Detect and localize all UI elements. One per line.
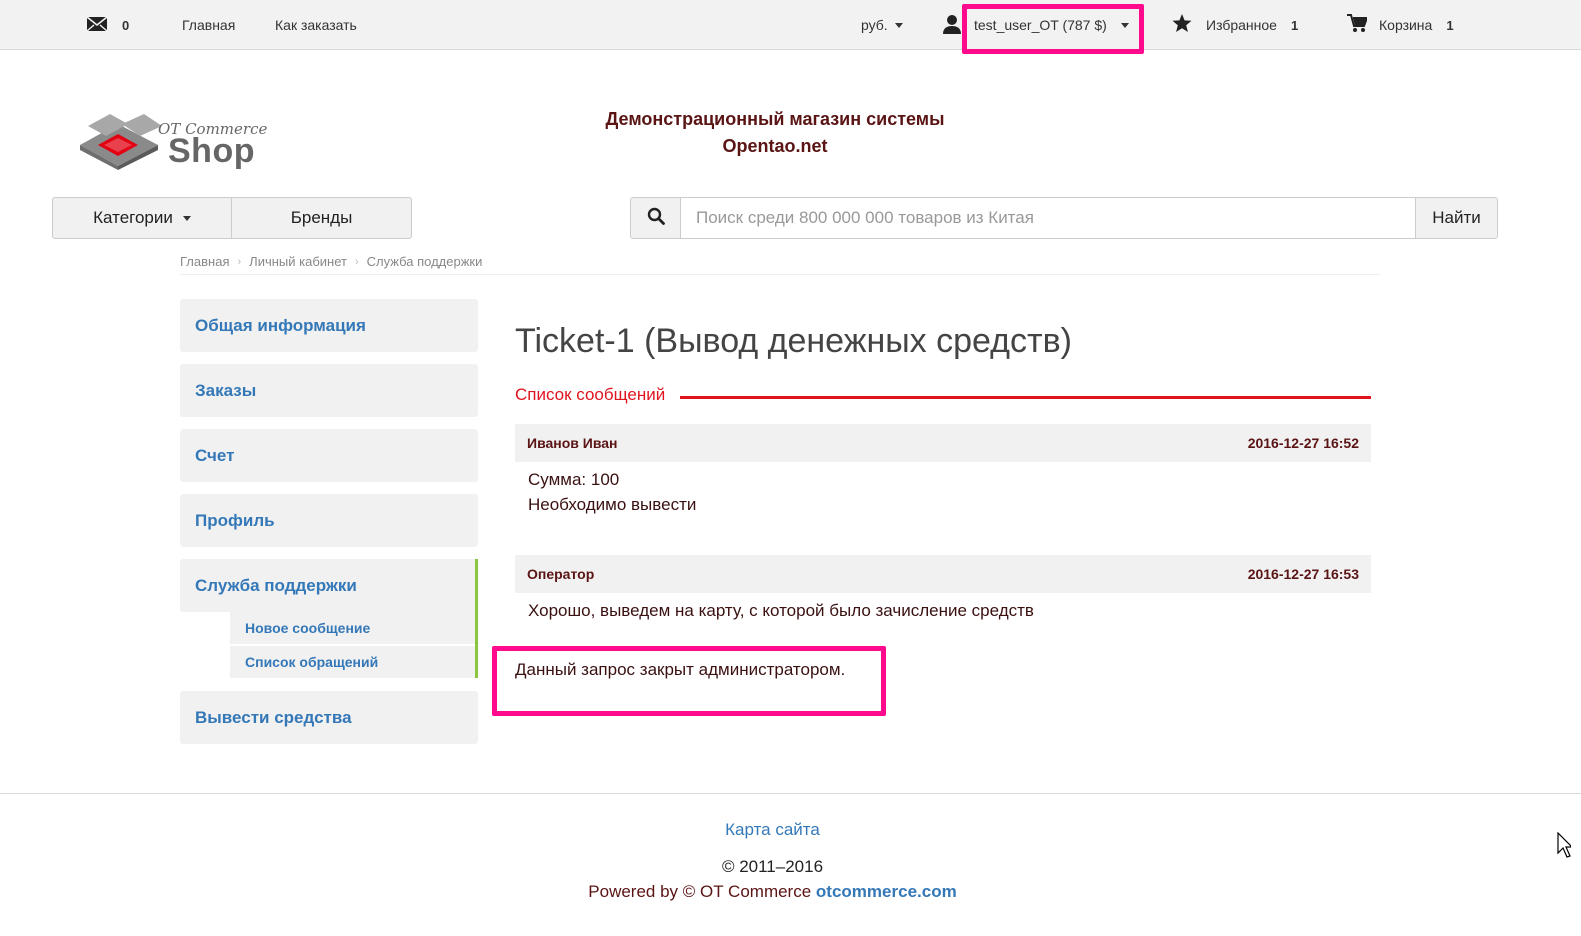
- user-highlight-frame: [962, 4, 1144, 54]
- cart-link[interactable]: Корзина 1: [1347, 0, 1454, 50]
- message-body: Сумма: 100 Необходимо вывести: [528, 467, 696, 517]
- top-bar: 0 Главная Как заказать руб. test_user_OT…: [0, 0, 1581, 50]
- footer-copyright: © 2011–2016: [721, 857, 824, 876]
- message-line: Необходимо вывести: [528, 495, 697, 514]
- messages-list-heading: Список сообщений: [515, 385, 678, 405]
- categories-label: Категории: [93, 208, 173, 227]
- search-icon: [647, 207, 665, 230]
- currency-dropdown[interactable]: руб.: [861, 0, 903, 50]
- user-icon: [942, 14, 962, 37]
- message-datetime: 2016-12-27 16:52: [1247, 435, 1359, 451]
- closed-note-highlight-frame: [492, 646, 886, 716]
- nav-how-to-order-link[interactable]: Как заказать: [275, 0, 357, 50]
- star-icon: [1172, 14, 1192, 36]
- envelope-icon: [86, 15, 108, 36]
- breadcrumb-home[interactable]: Главная: [180, 254, 229, 269]
- sidebar-subitem-tickets-list[interactable]: Список обращений: [230, 646, 475, 678]
- cart-label: Корзина: [1379, 17, 1433, 33]
- breadcrumb-chevron-icon: ›: [237, 255, 242, 268]
- message-header: Оператор 2016-12-27 16:53: [515, 555, 1371, 593]
- categories-button[interactable]: Категории: [53, 198, 232, 238]
- messages-count: 0: [122, 17, 130, 33]
- site-title-line2: Opentao.net: [722, 136, 828, 156]
- search-icon-button[interactable]: [631, 198, 681, 238]
- sidebar-item-profile[interactable]: Профиль: [180, 494, 478, 547]
- shop-logo[interactable]: OT Commerce Shop: [78, 108, 278, 174]
- caret-down-icon: [894, 22, 903, 28]
- breadcrumb-account[interactable]: Личный кабинет: [249, 254, 347, 269]
- search-bar: Найти: [630, 197, 1498, 239]
- caret-down-icon: [182, 215, 191, 221]
- message-line: Сумма: 100: [528, 470, 620, 489]
- currency-label: руб.: [861, 17, 888, 33]
- brands-button[interactable]: Бренды: [232, 198, 411, 238]
- footer-powered-by: Powered by © OT Commerce otcommerce.com: [0, 882, 1545, 902]
- search-input[interactable]: [681, 198, 1415, 238]
- search-submit-button[interactable]: Найти: [1415, 198, 1497, 238]
- sitemap-link: Карта сайта: [0, 820, 1545, 840]
- sidebar-item-account[interactable]: Счет: [180, 429, 478, 482]
- message-header: Иванов Иван 2016-12-27 16:52: [515, 424, 1371, 462]
- section-divider: [680, 396, 1371, 399]
- nav-home-link[interactable]: Главная: [182, 0, 235, 50]
- sidebar-subitem-new-message[interactable]: Новое сообщение: [230, 612, 475, 644]
- site-title-line1: Демонстрационный магазин системы: [605, 109, 945, 129]
- sidebar-item-orders[interactable]: Заказы: [180, 364, 478, 417]
- catalog-nav: Категории Бренды: [52, 197, 412, 239]
- message-body: Хорошо, выведем на карту, с которой было…: [528, 598, 1034, 623]
- message-line: Хорошо, выведем на карту, с которой было…: [528, 601, 1034, 620]
- support-submenu: Новое сообщение Список обращений: [180, 612, 478, 678]
- cart-count: 1: [1446, 17, 1454, 33]
- footer-divider: [0, 793, 1581, 794]
- breadcrumb-support: Служба поддержки: [366, 254, 483, 269]
- sitemap-link-text[interactable]: Карта сайта: [725, 820, 820, 839]
- otcommerce-link[interactable]: otcommerce.com: [816, 882, 957, 901]
- message-author: Оператор: [527, 566, 595, 582]
- sidebar-item-withdraw[interactable]: Вывести средства: [180, 691, 478, 744]
- powered-by-text: Powered by © OT Commerce: [588, 882, 812, 901]
- sidebar-item-general-info[interactable]: Общая информация: [180, 299, 478, 352]
- site-title: Демонстрационный магазин системы Opentao…: [560, 106, 990, 160]
- favorites-count: 1: [1290, 17, 1299, 33]
- cart-icon: [1347, 14, 1369, 36]
- logo-box-icon: [80, 114, 162, 170]
- mouse-cursor-icon: [1557, 831, 1574, 863]
- message-author: Иванов Иван: [527, 435, 618, 451]
- breadcrumb-chevron-icon: ›: [354, 255, 359, 268]
- favorites-link[interactable]: Избранное 1: [1172, 0, 1298, 50]
- sidebar-item-support[interactable]: Служба поддержки: [180, 559, 478, 612]
- favorites-label: Избранное: [1206, 17, 1277, 33]
- breadcrumb: Главная › Личный кабинет › Служба поддер…: [180, 253, 1380, 275]
- messages-link[interactable]: 0: [86, 0, 129, 50]
- logo-text-shop: Shop: [168, 132, 255, 170]
- message-datetime: 2016-12-27 16:53: [1247, 566, 1359, 582]
- ticket-title: Ticket-1 (Вывод денежных средств): [515, 322, 1072, 360]
